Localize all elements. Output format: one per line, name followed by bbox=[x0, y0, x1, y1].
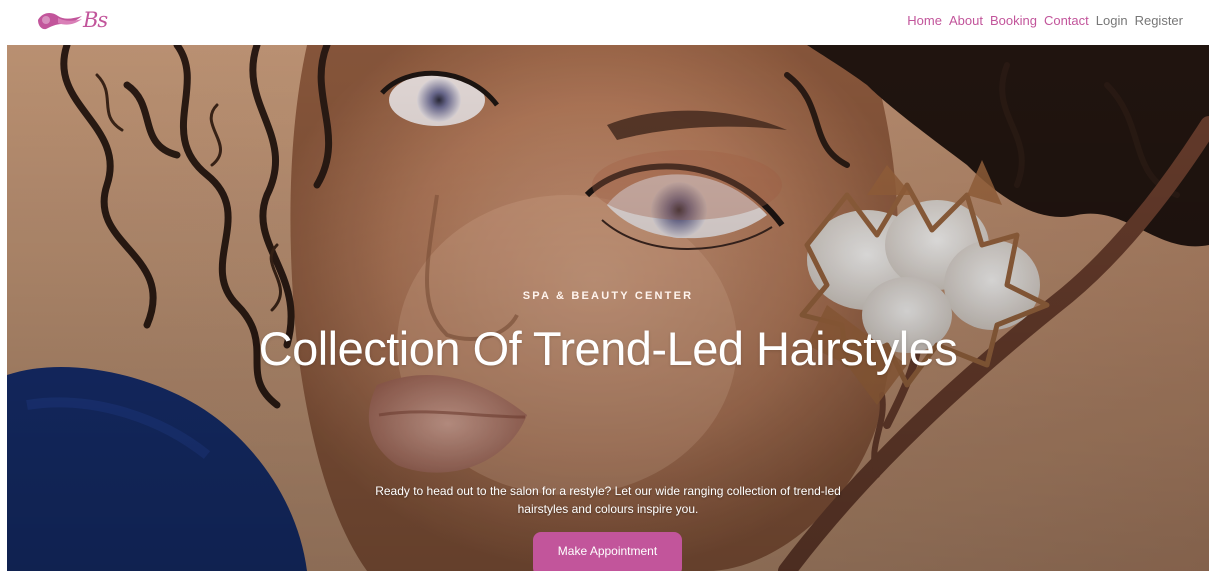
site-header: Bs Home About Booking Contact Login Regi… bbox=[0, 0, 1209, 45]
nav-home[interactable]: Home bbox=[907, 13, 942, 28]
nav-about[interactable]: About bbox=[949, 13, 983, 28]
hero-headline: Collection Of Trend-Led Hairstyles bbox=[258, 322, 958, 375]
nav-register[interactable]: Register bbox=[1135, 13, 1183, 28]
logo-text: Bs bbox=[83, 8, 108, 32]
hero-eyebrow: SPA & BEAUTY CENTER bbox=[522, 290, 694, 302]
nav-login[interactable]: Login bbox=[1096, 13, 1128, 28]
hero-content: SPA & BEAUTY CENTER Collection Of Trend-… bbox=[7, 45, 1209, 571]
brand-logo[interactable]: Bs bbox=[36, 8, 116, 34]
nav-contact[interactable]: Contact bbox=[1044, 13, 1089, 28]
hero-subtext: Ready to head out to the salon for a res… bbox=[375, 484, 841, 516]
nav-booking[interactable]: Booking bbox=[990, 13, 1037, 28]
make-appointment-button[interactable]: Make Appointment bbox=[533, 532, 682, 571]
main-nav: Home About Booking Contact Login Registe… bbox=[907, 13, 1183, 28]
hero-banner: SPA & BEAUTY CENTER Collection Of Trend-… bbox=[7, 45, 1209, 571]
hair-swoosh-icon bbox=[38, 12, 82, 30]
page: Bs Home About Booking Contact Login Regi… bbox=[0, 0, 1209, 571]
